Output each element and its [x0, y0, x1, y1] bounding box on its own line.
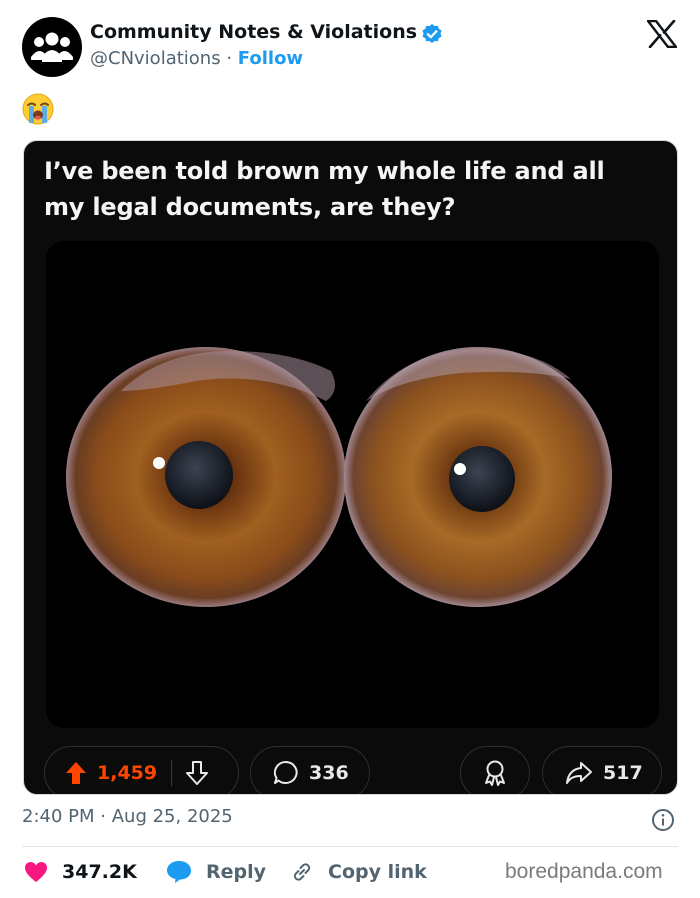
share-count: 517: [603, 762, 643, 784]
footer-divider: [22, 846, 678, 847]
embedded-post-card[interactable]: I’ve been told brown my whole life and a…: [23, 140, 678, 795]
comment-bubble-icon: [273, 760, 298, 784]
like-count: 347.2K: [62, 861, 137, 883]
tweet-time: 2:40 PM: [22, 806, 95, 827]
brown-eyes-photo[interactable]: [46, 241, 659, 728]
group-people-icon: [31, 32, 73, 62]
heart-icon: [25, 862, 47, 882]
x-logo-icon[interactable]: [647, 20, 677, 48]
loudly-crying-face-emoji-icon: [22, 93, 54, 125]
reply-button[interactable]: Reply: [166, 857, 266, 887]
follow-link[interactable]: Follow: [238, 48, 303, 69]
post-text: I’ve been told brown my whole life and a…: [44, 157, 605, 221]
verified-badge-icon: [422, 24, 442, 43]
share-button[interactable]: 517: [542, 746, 662, 794]
copy-link-button[interactable]: Copy link: [290, 857, 427, 887]
separator-dot: ·: [226, 48, 233, 69]
account-handle[interactable]: @CNviolations: [90, 48, 221, 69]
upvote-count: 1,459: [97, 762, 158, 784]
upvote-arrow-icon[interactable]: [65, 761, 87, 785]
reply-bubble-icon: [167, 861, 191, 883]
vote-divider: [171, 760, 173, 786]
vote-pill: 1,459: [44, 746, 239, 794]
tweet-date: Aug 25, 2025: [111, 806, 233, 827]
brown-eyes-image: [66, 347, 612, 607]
link-chain-icon: [293, 863, 311, 881]
account-avatar[interactable]: [22, 17, 82, 77]
boredpanda-watermark: boredpanda.com: [505, 860, 663, 883]
handle-row: @CNviolations · Follow: [90, 48, 303, 69]
reply-label: Reply: [206, 861, 267, 883]
timestamp-separator: ·: [100, 806, 106, 827]
copy-link-label: Copy link: [328, 861, 427, 883]
downvote-arrow-icon[interactable]: [186, 761, 209, 785]
like-button[interactable]: 347.2K: [24, 857, 137, 887]
award-button[interactable]: [460, 746, 530, 794]
comment-count: 336: [309, 762, 349, 784]
share-arrow-icon: [566, 762, 592, 784]
account-name[interactable]: Community Notes & Violations: [90, 21, 417, 43]
tweet-timestamp[interactable]: 2:40 PM · Aug 25, 2025: [22, 806, 233, 827]
comments-button[interactable]: 336: [250, 746, 370, 794]
award-ribbon-icon: [485, 760, 505, 786]
info-icon[interactable]: [651, 808, 675, 832]
